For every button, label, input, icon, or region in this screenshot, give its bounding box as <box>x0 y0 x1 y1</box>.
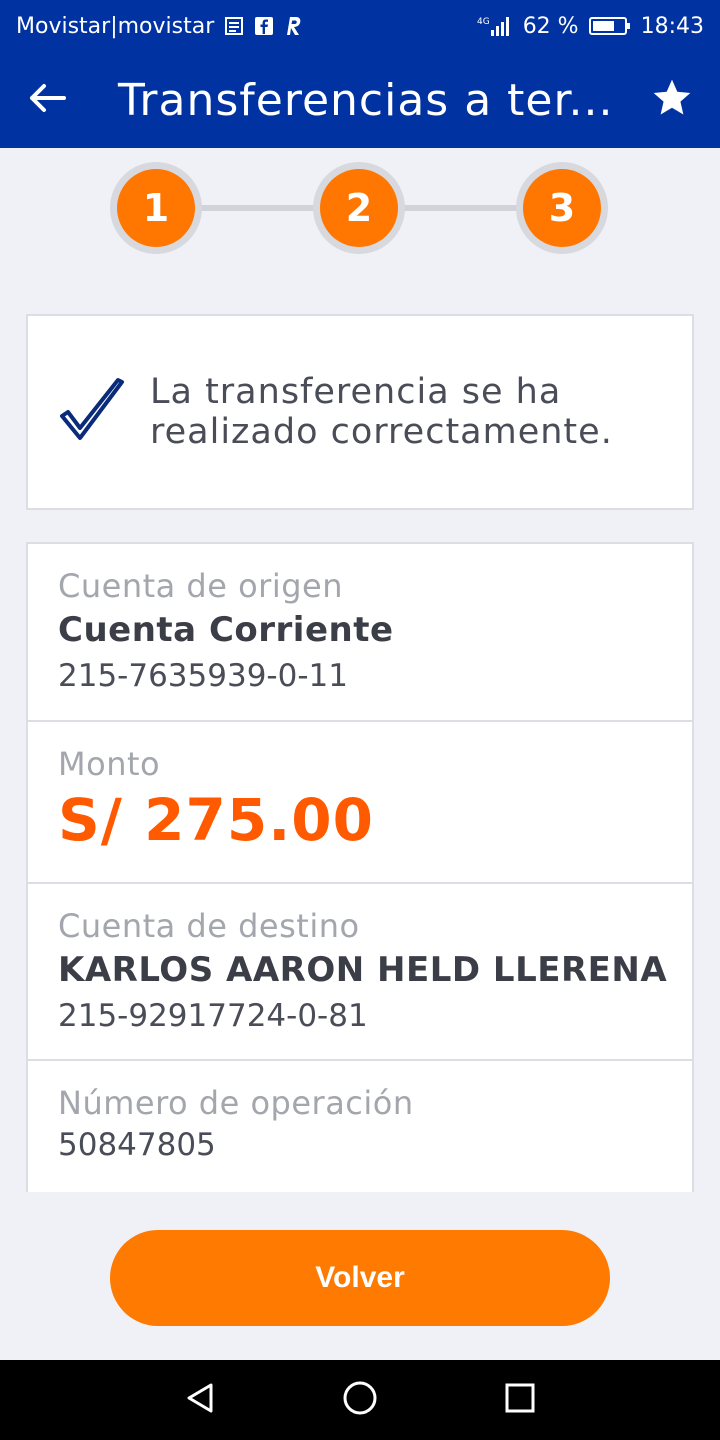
destination-account-row: Cuenta de destino KARLOS AARON HELD LLER… <box>28 884 692 1061</box>
news-icon <box>224 16 244 36</box>
amount-row: Monto S/ 275.00 <box>28 722 692 884</box>
nav-recents-button[interactable] <box>480 1360 560 1440</box>
nav-back-icon <box>183 1381 217 1419</box>
nav-home-icon <box>342 1380 378 1420</box>
check-icon <box>56 374 128 450</box>
operation-number-row: Número de operación 50847805 <box>28 1061 692 1192</box>
signal-icon: 4G <box>477 15 513 37</box>
status-right: 4G 62 % 18:43 <box>477 14 704 39</box>
success-message-card: La transferencia se ha realizado correct… <box>26 314 694 510</box>
step-number: 1 <box>117 169 195 247</box>
stepper-connector <box>200 205 320 211</box>
clock: 18:43 <box>640 13 704 39</box>
nav-home-button[interactable] <box>320 1360 400 1440</box>
step-number: 2 <box>320 169 398 247</box>
battery-icon <box>588 16 631 36</box>
battery-percent: 62 % <box>522 13 579 39</box>
step-number: 3 <box>523 169 601 247</box>
stepper-connector <box>400 205 520 211</box>
star-icon <box>650 76 694 124</box>
operation-number: 50847805 <box>58 1127 216 1163</box>
origin-account-name: Cuenta Corriente <box>58 610 394 650</box>
system-nav-bar <box>0 1360 720 1440</box>
facebook-icon <box>254 16 274 36</box>
page-title: Transferencias a ter... <box>118 74 614 126</box>
destination-account-number: 215-92917724-0-81 <box>58 998 368 1034</box>
destination-account-name: KARLOS AARON HELD LLERENA <box>58 950 668 990</box>
success-line-1: La transferencia se ha <box>150 372 562 412</box>
destination-label: Cuenta de destino <box>58 907 360 945</box>
carrier-label: Movistar|movistar <box>16 13 215 39</box>
amount-value: S/ 275.00 <box>58 786 374 854</box>
step-2: 2 <box>313 162 405 254</box>
amount-label: Monto <box>58 745 161 783</box>
success-message: La transferencia se ha realizado correct… <box>150 372 613 452</box>
arrow-left-icon <box>28 78 68 122</box>
transfer-details: Cuenta de origen Cuenta Corriente 215-76… <box>26 542 694 1192</box>
step-1: 1 <box>110 162 202 254</box>
operation-label: Número de operación <box>58 1084 414 1122</box>
back-button[interactable] <box>0 52 96 148</box>
step-3: 3 <box>516 162 608 254</box>
nav-recents-icon <box>504 1382 536 1418</box>
origin-account-number: 215-7635939-0-11 <box>58 658 348 694</box>
origin-label: Cuenta de origen <box>58 567 343 605</box>
app-bar: Transferencias a ter... <box>0 52 720 148</box>
volver-button[interactable]: Volver <box>110 1230 610 1326</box>
origin-account-row: Cuenta de origen Cuenta Corriente 215-76… <box>28 544 692 722</box>
status-bar: Movistar|movistar 4G 62 % 18:43 <box>0 0 720 52</box>
nav-back-button[interactable] <box>160 1360 240 1440</box>
success-line-2: realizado correctamente. <box>150 412 613 452</box>
status-left: Movistar|movistar <box>16 14 304 39</box>
favorite-button[interactable] <box>624 52 720 148</box>
svg-text:4G: 4G <box>477 17 490 27</box>
app-r-icon <box>284 15 304 37</box>
